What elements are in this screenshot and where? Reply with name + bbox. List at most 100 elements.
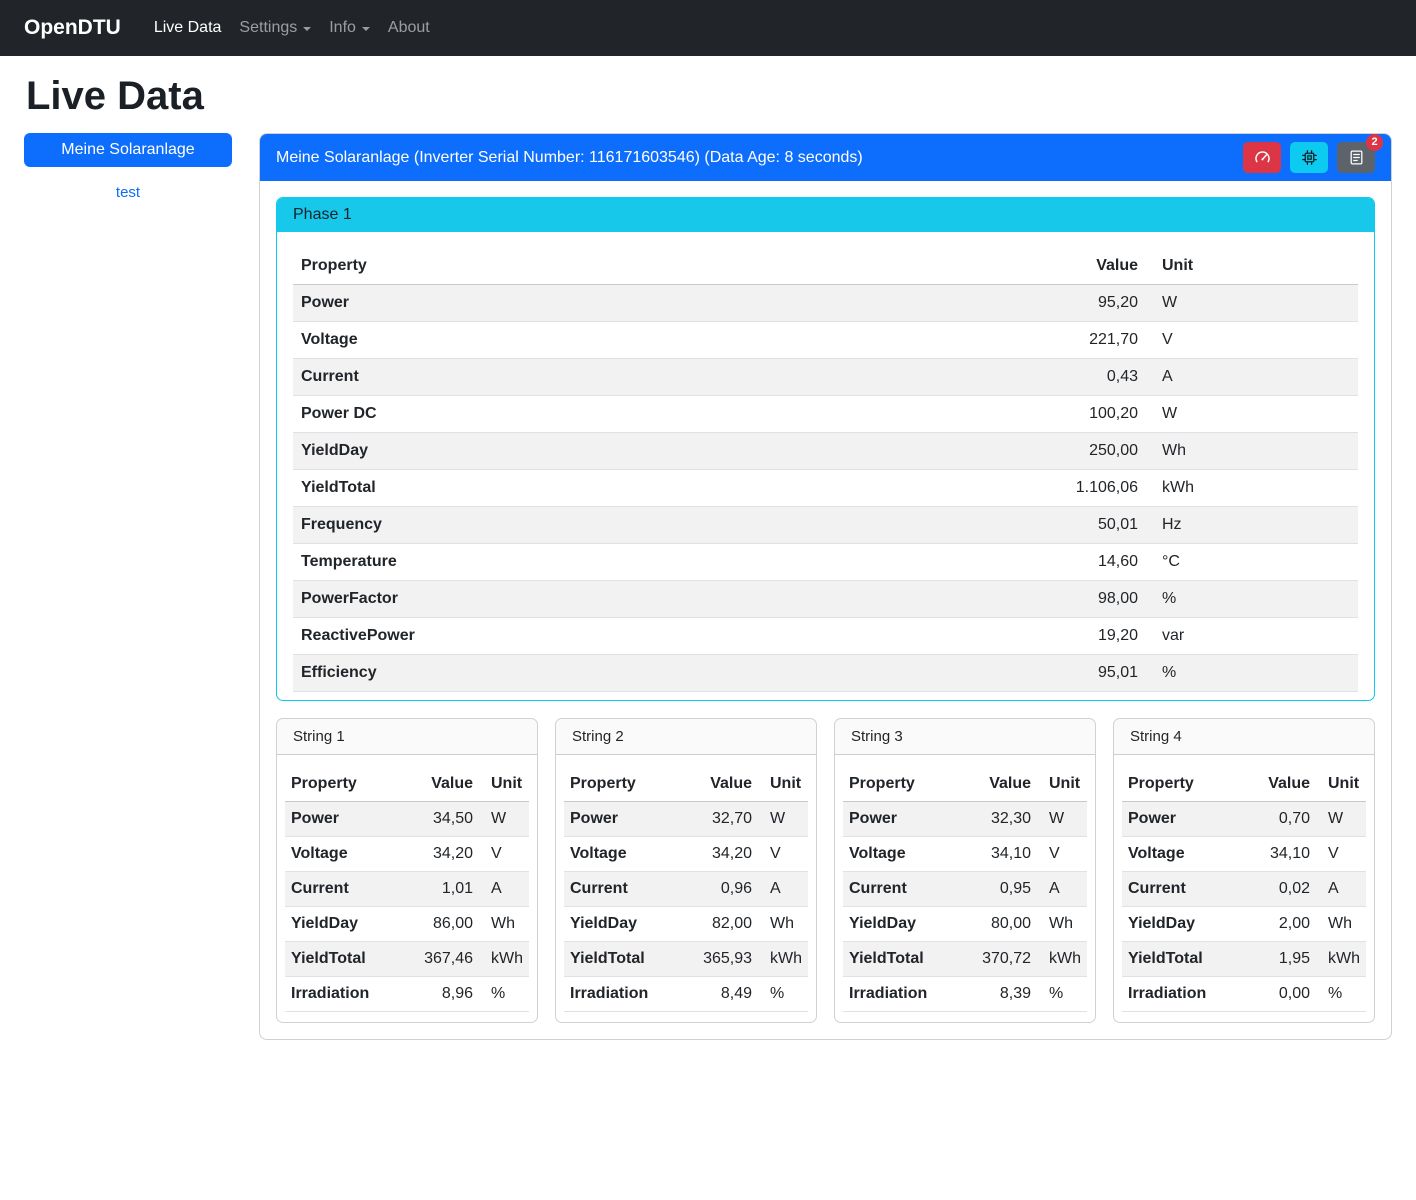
table-row: YieldDay2,00Wh — [1122, 907, 1366, 942]
unit-cell: Wh — [479, 907, 529, 942]
table-row: Irradiation8,39% — [843, 977, 1087, 1012]
string-card-title: String 2 — [556, 719, 816, 755]
brand-opendtu[interactable]: OpenDTU — [12, 16, 133, 40]
column-property: Property — [293, 248, 1016, 285]
value-cell: 370,72 — [975, 942, 1037, 977]
value-cell: 34,10 — [975, 837, 1037, 872]
table-row: Current0,95A — [843, 872, 1087, 907]
string-card-4: String 4 Property Value Unit Power0,70WV… — [1113, 718, 1375, 1023]
unit-cell: V — [479, 837, 529, 872]
unit-cell: W — [1316, 802, 1366, 837]
unit-cell: V — [1037, 837, 1087, 872]
nav-info-dropdown[interactable]: Info — [320, 11, 379, 45]
table-row: YieldTotal1,95kWh — [1122, 942, 1366, 977]
unit-cell: A — [479, 872, 529, 907]
string-table-body: Power0,70WVoltage34,10VCurrent0,02AYield… — [1122, 802, 1366, 1012]
inverter-link-test[interactable]: test — [24, 184, 232, 201]
unit-cell: % — [479, 977, 529, 1012]
value-cell: 1,01 — [417, 872, 479, 907]
table-row: ReactivePower19,20var — [293, 618, 1358, 655]
prop-cell: Irradiation — [564, 977, 696, 1012]
unit-cell: A — [1146, 359, 1358, 396]
unit-cell: A — [1316, 872, 1366, 907]
inverter-select-button[interactable]: Meine Solaranlage — [24, 133, 232, 167]
strings-row: String 1 Property Value Unit Power34,50W… — [276, 718, 1375, 1023]
table-row: Voltage34,10V — [1122, 837, 1366, 872]
column-unit: Unit — [758, 767, 808, 802]
prop-cell: Voltage — [564, 837, 696, 872]
limit-settings-button[interactable] — [1243, 142, 1281, 173]
prop-cell: Irradiation — [285, 977, 417, 1012]
value-cell: 2,00 — [1254, 907, 1316, 942]
phase-card-body: Property Value Unit Power95,20WVoltage22… — [277, 232, 1374, 700]
column-value: Value — [1254, 767, 1316, 802]
nav-settings-label: Settings — [239, 19, 297, 37]
string-card-3: String 3 Property Value Unit Power32,30W… — [834, 718, 1096, 1023]
unit-cell: A — [1037, 872, 1087, 907]
value-cell: 0,02 — [1254, 872, 1316, 907]
string-table: Property Value Unit Power32,70WVoltage34… — [564, 767, 808, 1012]
prop-cell: Temperature — [293, 544, 1016, 581]
main-layout: Meine Solaranlage test Meine Solaranlage… — [0, 133, 1416, 1060]
prop-cell: YieldTotal — [285, 942, 417, 977]
column-value: Value — [417, 767, 479, 802]
unit-cell: V — [758, 837, 808, 872]
table-row: YieldDay86,00Wh — [285, 907, 529, 942]
value-cell: 250,00 — [1016, 433, 1146, 470]
inverter-card-header: Meine Solaranlage (Inverter Serial Numbe… — [260, 134, 1391, 181]
unit-cell: kWh — [1316, 942, 1366, 977]
value-cell: 34,10 — [1254, 837, 1316, 872]
value-cell: 0,70 — [1254, 802, 1316, 837]
value-cell: 1,95 — [1254, 942, 1316, 977]
prop-cell: Power — [285, 802, 417, 837]
value-cell: 95,01 — [1016, 655, 1146, 692]
table-row: Current0,96A — [564, 872, 808, 907]
table-header-row: Property Value Unit — [285, 767, 529, 802]
device-events-button[interactable]: 2 — [1337, 142, 1375, 173]
unit-cell: kWh — [1037, 942, 1087, 977]
prop-cell: YieldDay — [1122, 907, 1254, 942]
table-row: Power95,20W — [293, 285, 1358, 322]
prop-cell: Current — [285, 872, 417, 907]
table-row: YieldTotal370,72kWh — [843, 942, 1087, 977]
string-card-title: String 3 — [835, 719, 1095, 755]
nav-info-label: Info — [329, 19, 356, 37]
nav-settings-dropdown[interactable]: Settings — [230, 11, 320, 45]
table-row: Voltage221,70V — [293, 322, 1358, 359]
power-settings-button[interactable] — [1290, 142, 1328, 173]
unit-cell: Wh — [1316, 907, 1366, 942]
value-cell: 0,00 — [1254, 977, 1316, 1012]
value-cell: 50,01 — [1016, 507, 1146, 544]
prop-cell: Current — [293, 359, 1016, 396]
nav-about[interactable]: About — [379, 11, 439, 45]
value-cell: 0,96 — [696, 872, 758, 907]
prop-cell: Power — [564, 802, 696, 837]
prop-cell: YieldDay — [843, 907, 975, 942]
string-table-body: Power32,70WVoltage34,20VCurrent0,96AYiel… — [564, 802, 808, 1012]
table-row: Power DC100,20W — [293, 396, 1358, 433]
prop-cell: Voltage — [293, 322, 1016, 359]
string-table-body: Power34,50WVoltage34,20VCurrent1,01AYiel… — [285, 802, 529, 1012]
prop-cell: YieldTotal — [564, 942, 696, 977]
value-cell: 34,50 — [417, 802, 479, 837]
prop-cell: YieldDay — [293, 433, 1016, 470]
nav-live-data[interactable]: Live Data — [145, 11, 231, 45]
prop-cell: YieldTotal — [293, 470, 1016, 507]
inverter-card-body: Phase 1 Property Value Unit Power95,20WV… — [260, 181, 1391, 1039]
unit-cell: % — [1146, 581, 1358, 618]
column-unit: Unit — [479, 767, 529, 802]
string-card-title: String 1 — [277, 719, 537, 755]
unit-cell: °C — [1146, 544, 1358, 581]
unit-cell: kWh — [758, 942, 808, 977]
table-row: YieldTotal367,46kWh — [285, 942, 529, 977]
value-cell: 367,46 — [417, 942, 479, 977]
unit-cell: % — [1037, 977, 1087, 1012]
column-property: Property — [843, 767, 975, 802]
prop-cell: ReactivePower — [293, 618, 1016, 655]
value-cell: 34,20 — [696, 837, 758, 872]
prop-cell: Voltage — [1122, 837, 1254, 872]
string-card-1: String 1 Property Value Unit Power34,50 W… — [276, 718, 538, 1023]
prop-cell: Voltage — [843, 837, 975, 872]
prop-cell: YieldDay — [564, 907, 696, 942]
prop-cell: YieldTotal — [843, 942, 975, 977]
